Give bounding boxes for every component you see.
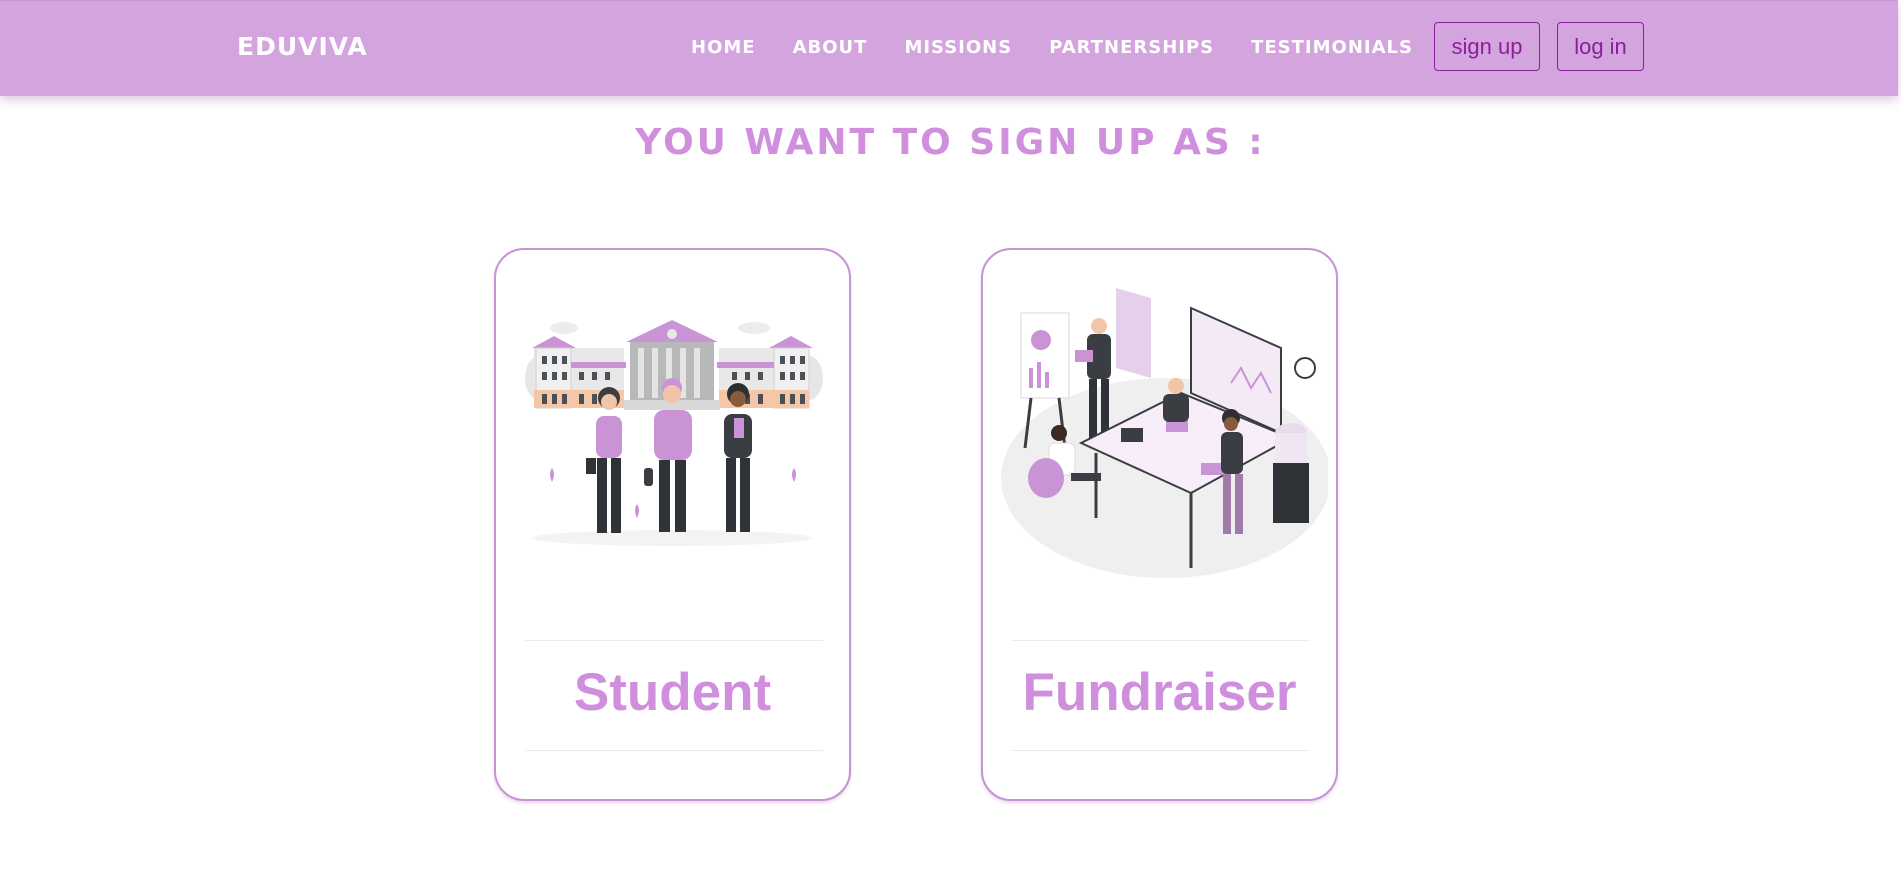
students-illustration (525, 320, 823, 546)
card-divider (525, 640, 823, 641)
brand-logo[interactable]: EDUVIVA (237, 32, 368, 61)
card-divider (1012, 750, 1310, 751)
nav-partnerships[interactable]: PARTNERSHIPS (1049, 37, 1214, 58)
nav-home[interactable]: HOME (691, 37, 756, 58)
page-title: YOU WANT TO SIGN UP AS : (635, 122, 1266, 163)
student-label: Student (573, 663, 772, 722)
card-divider (1012, 640, 1310, 641)
team-meeting-illustration (1001, 288, 1328, 578)
login-button[interactable]: log in (1557, 22, 1644, 71)
student-card[interactable]: Student (494, 248, 851, 801)
signup-button[interactable]: sign up (1434, 22, 1540, 71)
fundraiser-card[interactable]: Fundraiser (981, 248, 1338, 801)
nav-about[interactable]: ABOUT (793, 37, 868, 58)
nav-missions[interactable]: MISSIONS (904, 37, 1012, 58)
fundraiser-label: Fundraiser (1022, 663, 1297, 722)
nav-links: HOME ABOUT MISSIONS PARTNERSHIPS TESTIMO… (691, 37, 1413, 58)
card-divider (525, 750, 823, 751)
top-navbar: EDUVIVA HOME ABOUT MISSIONS PARTNERSHIPS… (0, 0, 1898, 96)
nav-testimonials[interactable]: TESTIMONIALS (1251, 37, 1413, 58)
